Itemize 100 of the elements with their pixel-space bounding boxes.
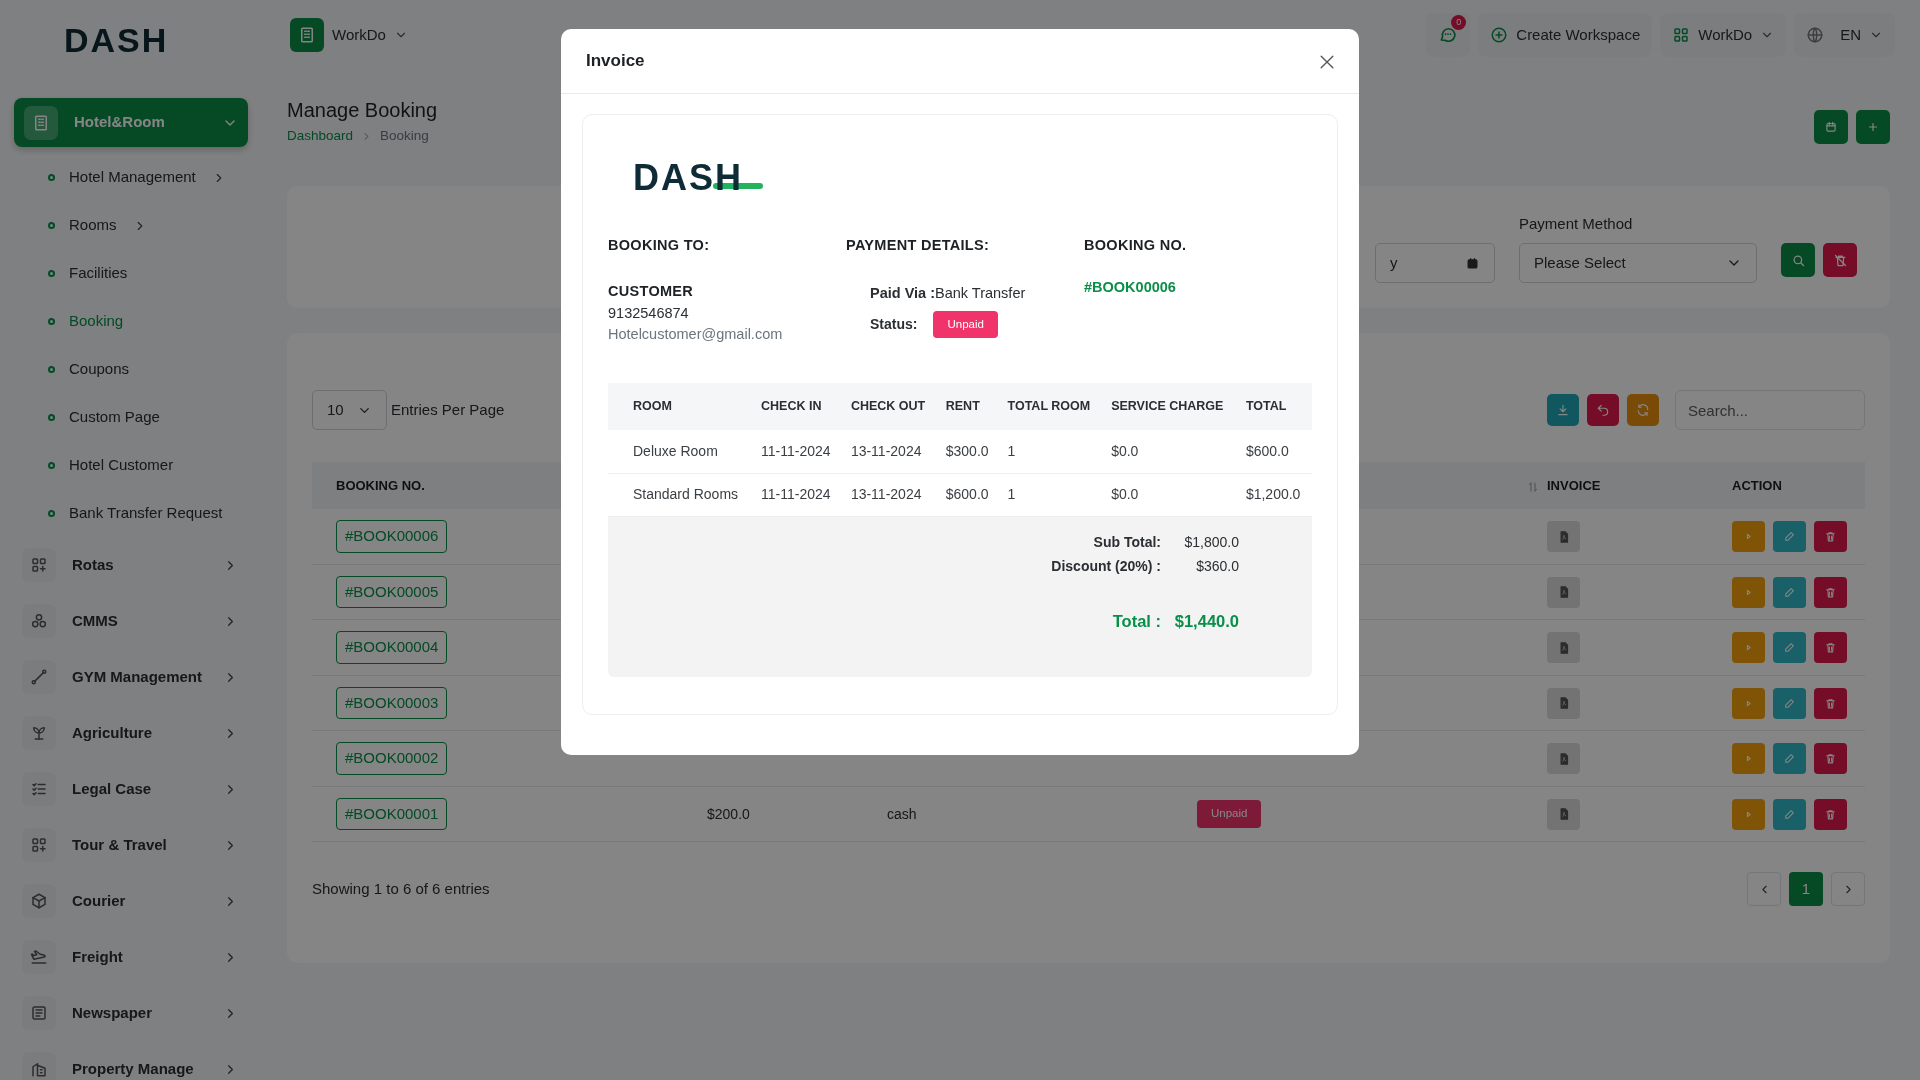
- sidebar-item-label: Freight: [72, 946, 124, 967]
- view-button[interactable]: [1732, 576, 1765, 608]
- prev-page-button[interactable]: [1747, 872, 1781, 907]
- sidebar-item[interactable]: CMMS: [14, 593, 248, 649]
- invoice-button[interactable]: [1547, 632, 1580, 663]
- table-cell: $0.0: [1103, 430, 1238, 473]
- booking-number-link[interactable]: #BOOK00004: [336, 631, 448, 664]
- summary-label: Discount (20%) :: [1051, 557, 1161, 576]
- delete-button[interactable]: [1814, 632, 1847, 663]
- bullet-icon: [48, 269, 55, 277]
- edit-button[interactable]: [1773, 743, 1806, 774]
- search-field[interactable]: Search...: [1675, 390, 1865, 431]
- invoice-button[interactable]: [1547, 798, 1580, 830]
- booking-number-link[interactable]: #BOOK00003: [336, 686, 448, 720]
- breadcrumb-link[interactable]: Dashboard: [287, 126, 354, 147]
- sidebar-item[interactable]: Tour & Travel: [14, 817, 248, 873]
- sidebar-item[interactable]: Agriculture: [14, 705, 248, 761]
- sidebar-subitem[interactable]: Coupons: [14, 345, 248, 393]
- trash-icon: [1824, 641, 1837, 654]
- list-icon: [30, 780, 48, 798]
- sidebar-subitem-label: Facilities: [69, 262, 128, 283]
- pencil-icon: [1783, 807, 1796, 821]
- booking-number-link[interactable]: #BOOK00006: [336, 520, 448, 553]
- invoice-button[interactable]: [1547, 743, 1580, 774]
- sidebar-group-item[interactable]: Hotel&Room: [14, 98, 248, 147]
- delete-button[interactable]: [1814, 576, 1847, 608]
- sidebar-item[interactable]: Legal Case: [14, 761, 248, 817]
- edit-button[interactable]: [1773, 798, 1806, 830]
- invoice-button[interactable]: [1547, 687, 1580, 719]
- grid-plus-icon: [30, 836, 48, 854]
- booking-number-link[interactable]: #BOOK00001: [336, 797, 448, 831]
- edit-button[interactable]: [1773, 687, 1806, 719]
- booking-number-link[interactable]: #BOOK00002: [336, 742, 448, 775]
- sidebar-item[interactable]: Freight: [14, 929, 248, 985]
- view-button[interactable]: [1732, 632, 1765, 663]
- page-button[interactable]: 1: [1789, 872, 1823, 907]
- delete-button[interactable]: [1814, 743, 1847, 774]
- table-cell: $600.0: [937, 473, 1000, 516]
- date-field[interactable]: y: [1375, 243, 1495, 284]
- modal-title: Invoice: [586, 50, 645, 73]
- booking-number-link[interactable]: #BOOK00005: [336, 575, 448, 609]
- sidebar-item-label: Property Manage: [72, 1058, 195, 1079]
- delete-button[interactable]: [1814, 521, 1847, 552]
- sidebar-subitem[interactable]: Rooms: [14, 201, 248, 249]
- sidebar-item-label: Legal Case: [72, 778, 153, 799]
- globe-icon: [1806, 26, 1825, 44]
- pencil-icon: [1783, 585, 1796, 599]
- sidebar-subitem[interactable]: Bank Transfer Request: [14, 489, 248, 537]
- clear-filter-button[interactable]: [1823, 243, 1857, 278]
- edit-button[interactable]: [1773, 576, 1806, 608]
- view-button[interactable]: [1732, 743, 1765, 774]
- table-cell: $1,200.0: [1237, 473, 1312, 516]
- add-button[interactable]: [1856, 110, 1890, 144]
- next-page-button[interactable]: [1831, 872, 1865, 907]
- edit-button[interactable]: [1773, 521, 1806, 552]
- sidebar-item[interactable]: Newspaper: [14, 985, 248, 1041]
- chat-icon: [1438, 25, 1459, 45]
- section-heading: BOOKING NO.: [1084, 236, 1187, 255]
- calendar-button[interactable]: [1814, 110, 1848, 144]
- sidebar-item-label: Courier: [72, 890, 127, 911]
- sidebar-item[interactable]: GYM Management: [14, 649, 248, 705]
- sidebar-item[interactable]: Rotas: [14, 537, 248, 593]
- grid-plus-icon: [30, 556, 48, 574]
- refresh-button[interactable]: [1627, 394, 1659, 427]
- delete-button[interactable]: [1814, 798, 1847, 830]
- plus-icon: [1866, 120, 1880, 134]
- workspace-dropdown[interactable]: WorkDo: [290, 13, 420, 57]
- sidebar-subitem[interactable]: Booking: [14, 297, 248, 345]
- table-cell: 13-11-2024: [842, 430, 938, 473]
- column-header: RENT: [937, 383, 1000, 430]
- view-button[interactable]: [1732, 521, 1765, 552]
- bullet-icon: [48, 317, 55, 325]
- column-header: BOOKING NO.: [336, 478, 425, 493]
- bullet-icon: [48, 365, 55, 373]
- payment-method-select[interactable]: Please Select: [1519, 243, 1757, 284]
- search-button[interactable]: [1781, 243, 1815, 278]
- entries-select[interactable]: 10: [312, 390, 387, 431]
- undo-button[interactable]: [1587, 394, 1619, 427]
- invoice-button[interactable]: [1547, 576, 1580, 608]
- customer-name: CUSTOMER: [608, 281, 695, 301]
- download-button[interactable]: [1547, 394, 1579, 427]
- sidebar-subitem[interactable]: Custom Page: [14, 393, 248, 441]
- status-badge: Unpaid: [1197, 800, 1262, 828]
- invoice-button[interactable]: [1547, 521, 1580, 552]
- sidebar-subitem[interactable]: Facilities: [14, 249, 248, 297]
- sidebar-subitem[interactable]: Hotel Management: [14, 153, 248, 201]
- page-title: Manage Booking: [287, 98, 438, 122]
- bullet-icon: [48, 509, 55, 517]
- edit-button[interactable]: [1773, 632, 1806, 663]
- logo: DASH: [64, 23, 169, 57]
- delete-button[interactable]: [1814, 687, 1847, 719]
- sidebar-item[interactable]: Courier: [14, 873, 248, 929]
- line-icon: [30, 668, 48, 686]
- column-header: INVOICE: [1547, 477, 1602, 495]
- sidebar-item[interactable]: Property Manage: [14, 1041, 248, 1080]
- sidebar-subitem-label: Bank Transfer Request: [69, 502, 223, 523]
- view-button[interactable]: [1732, 687, 1765, 719]
- sidebar-subitem[interactable]: Hotel Customer: [14, 441, 248, 489]
- view-button[interactable]: [1732, 798, 1765, 830]
- trash-icon: [1824, 807, 1837, 821]
